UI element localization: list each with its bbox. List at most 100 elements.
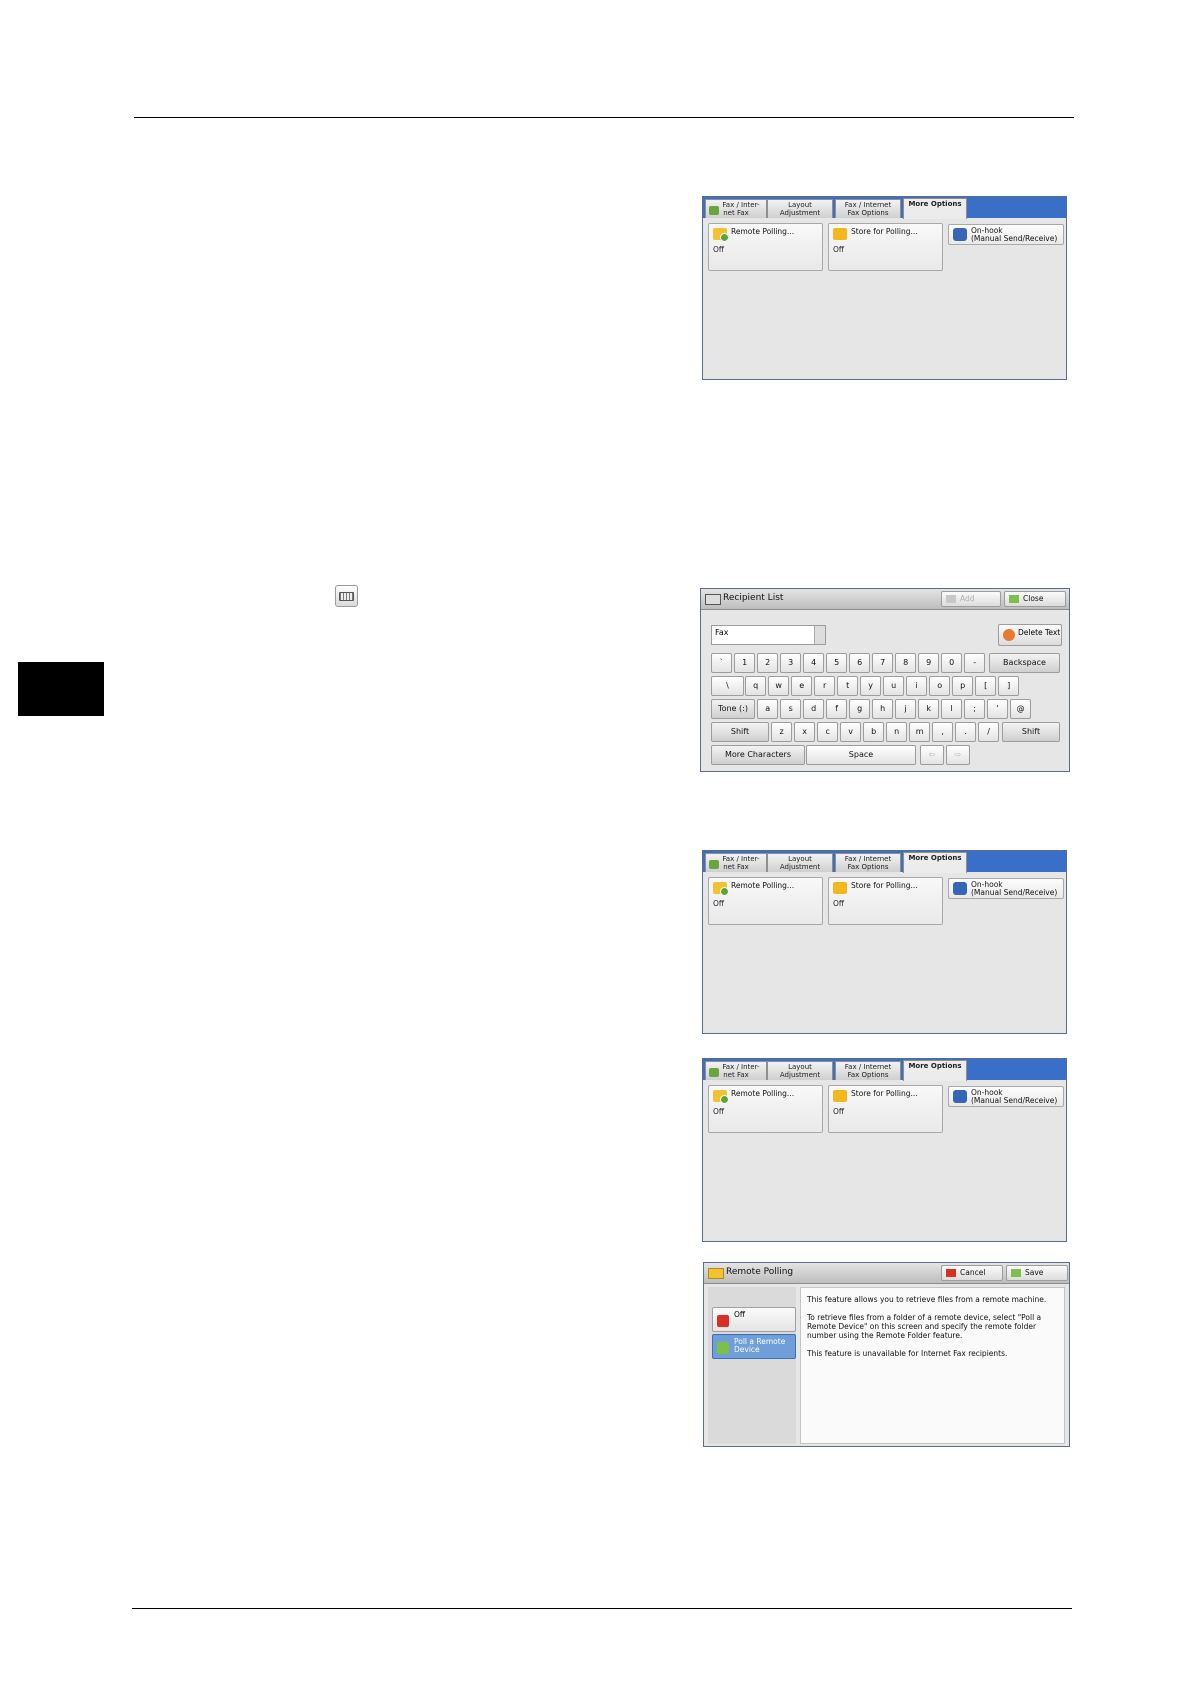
- description-panel: This feature allows you to retrieve file…: [800, 1287, 1065, 1444]
- remote-polling-icon: [713, 882, 729, 896]
- key[interactable]: [: [975, 676, 997, 696]
- remote-polling-button[interactable]: Remote Polling... Off: [708, 223, 823, 271]
- key[interactable]: n: [886, 722, 908, 742]
- fax-tab-icon: [709, 860, 719, 869]
- key[interactable]: g: [849, 699, 871, 719]
- store-for-polling-icon: [833, 1090, 847, 1102]
- key[interactable]: k: [918, 699, 940, 719]
- tab-more-options[interactable]: More Options: [903, 198, 967, 219]
- key[interactable]: `: [711, 653, 733, 673]
- key[interactable]: u: [883, 676, 905, 696]
- store-for-polling-icon: [833, 228, 847, 240]
- key[interactable]: b: [863, 722, 885, 742]
- cancel-button[interactable]: Cancel: [941, 1265, 1003, 1281]
- key[interactable]: 5: [826, 653, 848, 673]
- key[interactable]: @: [1010, 699, 1032, 719]
- key[interactable]: ]: [998, 676, 1020, 696]
- tab-more-options[interactable]: More Options: [903, 852, 967, 873]
- key[interactable]: c: [817, 722, 839, 742]
- key[interactable]: j: [895, 699, 917, 719]
- key[interactable]: h: [872, 699, 894, 719]
- key[interactable]: o: [929, 676, 951, 696]
- key[interactable]: ': [987, 699, 1009, 719]
- backspace-key[interactable]: Backspace: [989, 653, 1060, 673]
- tab-layout-adjustment[interactable]: Layout Adjustment: [767, 1061, 833, 1080]
- key[interactable]: .: [955, 722, 977, 742]
- key[interactable]: ;: [964, 699, 986, 719]
- tone-key[interactable]: Tone (:): [711, 699, 755, 719]
- key[interactable]: t: [837, 676, 859, 696]
- tab-fax-internet-fax[interactable]: Fax / Inter- net Fax: [705, 853, 767, 872]
- key[interactable]: i: [906, 676, 928, 696]
- key[interactable]: 4: [803, 653, 825, 673]
- close-button[interactable]: Close: [1004, 591, 1066, 607]
- key[interactable]: 6: [849, 653, 871, 673]
- key[interactable]: y: [860, 676, 882, 696]
- key[interactable]: m: [909, 722, 931, 742]
- tab-fax-internet-fax[interactable]: Fax / Inter- net Fax: [705, 1061, 767, 1080]
- tab-fax-internet-fax[interactable]: Fax / Inter- net Fax: [705, 199, 767, 218]
- tab-fax-internet-fax-options[interactable]: Fax / Internet Fax Options: [835, 199, 901, 218]
- tab-more-options[interactable]: More Options: [903, 1060, 967, 1081]
- left-arrow-key[interactable]: ⇦: [920, 745, 944, 765]
- tab-fax-internet-fax-options[interactable]: Fax / Internet Fax Options: [835, 853, 901, 872]
- remote-polling-icon: [713, 228, 729, 242]
- tab-fax-internet-fax-options[interactable]: Fax / Internet Fax Options: [835, 1061, 901, 1080]
- more-characters-key[interactable]: More Characters: [711, 745, 805, 765]
- key[interactable]: d: [803, 699, 825, 719]
- address-type-select[interactable]: Fax: [711, 625, 826, 645]
- on-hook-button[interactable]: On-hook (Manual Send/Receive): [948, 1086, 1064, 1107]
- key[interactable]: l: [941, 699, 963, 719]
- on-hook-button[interactable]: On-hook (Manual Send/Receive): [948, 224, 1064, 245]
- on-hook-button[interactable]: On-hook (Manual Send/Receive): [948, 878, 1064, 899]
- key[interactable]: \: [711, 676, 744, 696]
- tab-bar: Fax / Inter- net Fax Layout Adjustment Fax…: [703, 197, 1066, 219]
- checkmark-icon: [1011, 1269, 1021, 1277]
- tab-layout-adjustment[interactable]: Layout Adjustment: [767, 853, 833, 872]
- key[interactable]: 9: [918, 653, 940, 673]
- key[interactable]: e: [791, 676, 813, 696]
- key[interactable]: r: [814, 676, 836, 696]
- key[interactable]: 8: [895, 653, 917, 673]
- key[interactable]: 2: [757, 653, 779, 673]
- fax-more-options-screen: Fax / Inter- net Fax Layout Adjustment Fax…: [702, 1058, 1067, 1242]
- screen-title: Remote Polling: [726, 1267, 794, 1277]
- key[interactable]: f: [826, 699, 848, 719]
- off-option[interactable]: Off: [712, 1307, 796, 1332]
- key[interactable]: s: [780, 699, 802, 719]
- key[interactable]: ,: [932, 722, 954, 742]
- remote-polling-button[interactable]: Remote Polling... Off: [708, 877, 823, 925]
- key[interactable]: p: [952, 676, 974, 696]
- add-button[interactable]: Add: [941, 591, 1001, 607]
- chapter-tab: [18, 662, 104, 716]
- fax-tab-icon: [709, 1068, 719, 1077]
- poll-remote-device-option[interactable]: Poll a Remote Device: [712, 1334, 796, 1359]
- right-arrow-key[interactable]: ⇨: [946, 745, 970, 765]
- footer-rule: [132, 1608, 1072, 1609]
- key[interactable]: 7: [872, 653, 894, 673]
- x-icon: [946, 1269, 956, 1277]
- key[interactable]: x: [794, 722, 816, 742]
- store-for-polling-button[interactable]: Store for Polling... Off: [828, 223, 943, 271]
- tab-layout-adjustment[interactable]: Layout Adjustment: [767, 199, 833, 218]
- remote-polling-button[interactable]: Remote Polling... Off: [708, 1085, 823, 1133]
- key[interactable]: 0: [941, 653, 963, 673]
- key[interactable]: /: [978, 722, 1000, 742]
- key[interactable]: v: [840, 722, 862, 742]
- shift-key-left[interactable]: Shift: [711, 722, 769, 742]
- save-button[interactable]: Save: [1006, 1265, 1068, 1281]
- key[interactable]: 1: [734, 653, 756, 673]
- shift-key-right[interactable]: Shift: [1002, 722, 1060, 742]
- delete-text-button[interactable]: Delete Text: [998, 624, 1062, 646]
- phone-icon: [953, 882, 967, 895]
- key[interactable]: z: [771, 722, 793, 742]
- key[interactable]: w: [768, 676, 790, 696]
- store-for-polling-button[interactable]: Store for Polling... Off: [828, 1085, 943, 1133]
- key[interactable]: a: [757, 699, 779, 719]
- key[interactable]: 3: [780, 653, 802, 673]
- key[interactable]: -: [964, 653, 986, 673]
- store-for-polling-button[interactable]: Store for Polling... Off: [828, 877, 943, 925]
- eraser-icon: [1003, 629, 1015, 641]
- key[interactable]: q: [745, 676, 767, 696]
- space-key[interactable]: Space: [806, 745, 916, 765]
